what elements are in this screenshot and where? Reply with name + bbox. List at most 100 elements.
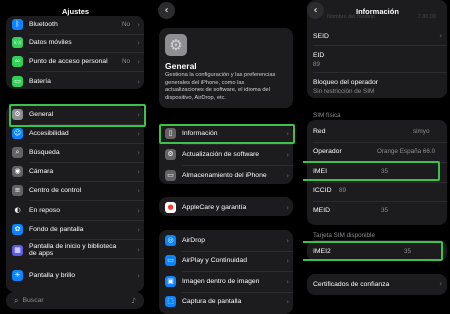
home-screen-icon: ▦ [12, 244, 23, 256]
row-label: Almacenamiento del iPhone [182, 172, 267, 179]
carrier-lock-label: Bloqueo del operador [313, 79, 378, 86]
general-row-captura-de-pantalla[interactable]: ⬚ Captura de pantalla › [165, 296, 293, 307]
search-icon: ⌕ [14, 295, 19, 305]
chevron-right-icon: › [286, 297, 289, 306]
general-row-airplay-y-continuidad[interactable]: ▭ AirPlay y Continuidad › [165, 255, 293, 266]
settings-row-fondo-de-pantalla[interactable]: ✿ Fondo de pantalla › [12, 224, 144, 235]
toggles-icon: ≡ [12, 185, 23, 196]
apple-icon: ● [165, 202, 176, 213]
settings-row-c-mara[interactable]: ◉ Cámara › [12, 166, 144, 177]
settings-row-pantalla-de-inicio-y-biblioteca[interactable]: ▦ Pantalla de inicio y biblioteca de apps › [12, 243, 144, 257]
general-row-applecare-y-garant-a[interactable]: ● AppleCare y garantía › [165, 202, 293, 213]
settings-row-pantalla-y-brillo[interactable]: ☀ Pantalla y brillo › [12, 270, 144, 281]
sim-red-value: simyo [413, 128, 430, 135]
row-value: No [121, 21, 130, 28]
antenna-icon: ((·)) [12, 37, 23, 48]
sim-red-label: Red [313, 128, 326, 135]
chevron-right-icon: › [137, 271, 140, 280]
faded-value: 7.80.00 [417, 14, 436, 20]
divider [29, 258, 144, 259]
back-button[interactable]: ‹ [158, 2, 175, 19]
row-label: Fondo de pantalla [29, 226, 84, 233]
faded-label: Nombre del modelo [327, 14, 375, 20]
certificates-label[interactable]: Certificados de confianza [313, 281, 389, 288]
settings-title: Ajustes [62, 7, 90, 16]
eid-value: 89 [313, 61, 321, 68]
divider [29, 239, 144, 240]
chevron-right-icon: › [286, 150, 289, 159]
hero-description-line: dispositivo, AirDrop, etc. [165, 94, 227, 101]
chevron-left-icon: ‹ [313, 5, 318, 16]
divider [313, 182, 447, 183]
divider [313, 45, 447, 46]
settings-row-centro-de-control[interactable]: ≡ Centro de control › [12, 185, 144, 196]
row-label-wrap: Bluetooth [29, 21, 58, 28]
gear-icon: ⚙ [165, 34, 187, 56]
row-label: Accesibilidad [29, 130, 69, 137]
row-value: No [121, 58, 130, 65]
general-row-imagen-dentro-de-imagen[interactable]: ▣ Imagen dentro de imagen › [165, 276, 293, 287]
general-highlight [9, 104, 146, 127]
link-icon: ∞ [12, 56, 23, 67]
hero-title: General [165, 61, 197, 71]
sim-meid-value: 35 [381, 207, 389, 214]
hero-description-line: Gestiona la configuración y las preferen… [165, 72, 276, 78]
chevron-right-icon: › [137, 38, 140, 47]
row-label-wrap: Datos móviles [29, 39, 72, 46]
settings-row-datos-m-viles[interactable]: ((·)) Datos móviles › [12, 37, 144, 48]
row-label: Datos móviles [29, 39, 72, 46]
general-row-almacenamiento-del-iphone[interactable]: ▭ Almacenamiento del iPhone › [165, 170, 293, 181]
row-label: Cámara [29, 168, 54, 175]
airdrop-icon: ◎ [165, 235, 176, 246]
airplay-icon: ▭ [165, 255, 176, 266]
settings-row-bater-a[interactable]: ▭ Batería › [12, 76, 144, 87]
sim-operador-value: Orange España 66.0 [377, 148, 436, 155]
chevron-right-icon: › [286, 236, 289, 245]
sim-iccid-label: ICCID [313, 187, 332, 194]
row-label-wrap: Pantalla de inicio y biblioteca de apps [29, 243, 116, 257]
settings-row-accesibilidad[interactable]: ☺ Accesibilidad › [12, 128, 144, 139]
row-label-wrap: Centro de control [29, 187, 81, 194]
camera-icon: ◉ [12, 166, 23, 177]
back-button[interactable]: ‹ [307, 2, 324, 19]
row-label: En reposo [29, 207, 60, 214]
eid-label: EID [313, 52, 325, 59]
chevron-right-icon: › [137, 77, 140, 86]
row-label-wrap: Accesibilidad [29, 130, 69, 137]
row-label: Imagen dentro de imagen [182, 278, 260, 285]
divider [182, 144, 293, 145]
chevron-right-icon: › [137, 186, 140, 195]
standby-icon: ◐ [12, 205, 23, 216]
settings-row-bluetooth[interactable]: ᛒ Bluetooth No › [12, 19, 144, 30]
row-label: Actualización de software [182, 151, 260, 158]
general-hero-card: ⚙ General Gestiona la configuración y la… [159, 28, 293, 108]
divider [29, 143, 144, 144]
row-label-wrap: Punto de acceso personal [29, 58, 108, 65]
search-bar[interactable]: ⌕ Buscar ♪ [6, 292, 144, 309]
seid-label: SEID [313, 33, 329, 40]
accessibility-icon: ☺ [12, 128, 23, 139]
row-label-wrap: Cámara [29, 168, 53, 175]
settings-row-punto-de-acceso-personal[interactable]: ∞ Punto de acceso personal No › [12, 56, 144, 67]
row-label: Bluetooth [29, 21, 58, 28]
divider [313, 72, 447, 73]
chevron-right-icon: › [439, 32, 442, 40]
divider [29, 71, 144, 72]
general-row-airdrop[interactable]: ◎ AirDrop › [165, 235, 293, 246]
general-row-actualizaci-n-de-software[interactable]: ⚙ Actualización de software › [165, 149, 293, 160]
storage-icon: ▭ [165, 170, 176, 181]
microphone-icon[interactable]: ♪ [132, 297, 136, 305]
info-highlight [159, 124, 295, 144]
chevron-right-icon: › [137, 167, 140, 176]
row-label-wrap: Batería [29, 78, 51, 85]
settings-row-b-squeda[interactable]: ⌕ Búsqueda › [12, 147, 144, 158]
divider [29, 34, 144, 35]
divider [182, 271, 293, 272]
sim-meid-label: MEID [313, 207, 330, 214]
row-label: Captura de pantalla [182, 298, 242, 305]
divider [29, 181, 144, 182]
gear-icon: ⚙ [165, 149, 176, 160]
row-label: Punto de acceso personal [29, 58, 108, 65]
settings-row-en-reposo[interactable]: ◐ En reposo › [12, 205, 144, 216]
row-label: Centro de control [29, 187, 82, 194]
